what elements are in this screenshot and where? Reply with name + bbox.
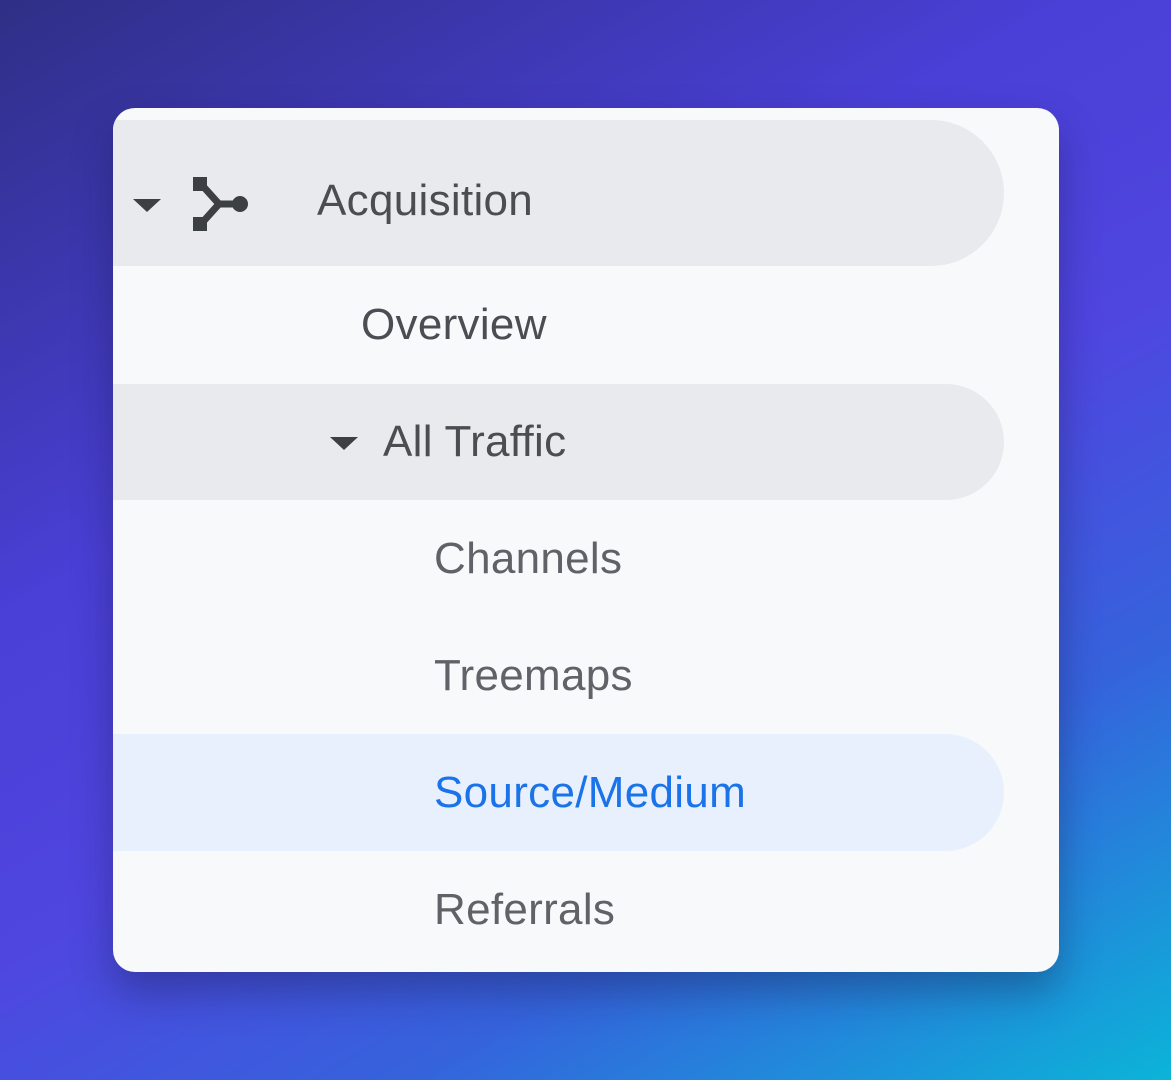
nav-section-label: Acquisition [317,176,534,225]
nav-item-overview[interactable]: Overview [113,266,1004,384]
nav-item-label: Source/Medium [434,768,747,817]
nav-item-label: Referrals [434,885,616,934]
caret-down-icon[interactable] [330,437,358,450]
nav-panel: Acquisition Overview All Traffic Channel… [113,108,1059,972]
nav-item-channels[interactable]: Channels [113,500,1004,617]
nav-item-label: Overview [361,300,547,349]
nav-item-label: Channels [434,534,623,583]
nav-item-referrals[interactable]: Referrals [113,851,1004,968]
caret-down-icon[interactable] [133,199,161,212]
nav-item-all-traffic[interactable]: All Traffic [113,384,1004,500]
nav-section-acquisition[interactable]: Acquisition [113,120,1004,266]
nav-item-label: Treemaps [434,651,633,700]
merge-icon [191,175,251,233]
nav-item-label: All Traffic [383,417,567,466]
nav-item-source-medium[interactable]: Source/Medium [113,734,1004,851]
nav-item-treemaps[interactable]: Treemaps [113,617,1004,734]
